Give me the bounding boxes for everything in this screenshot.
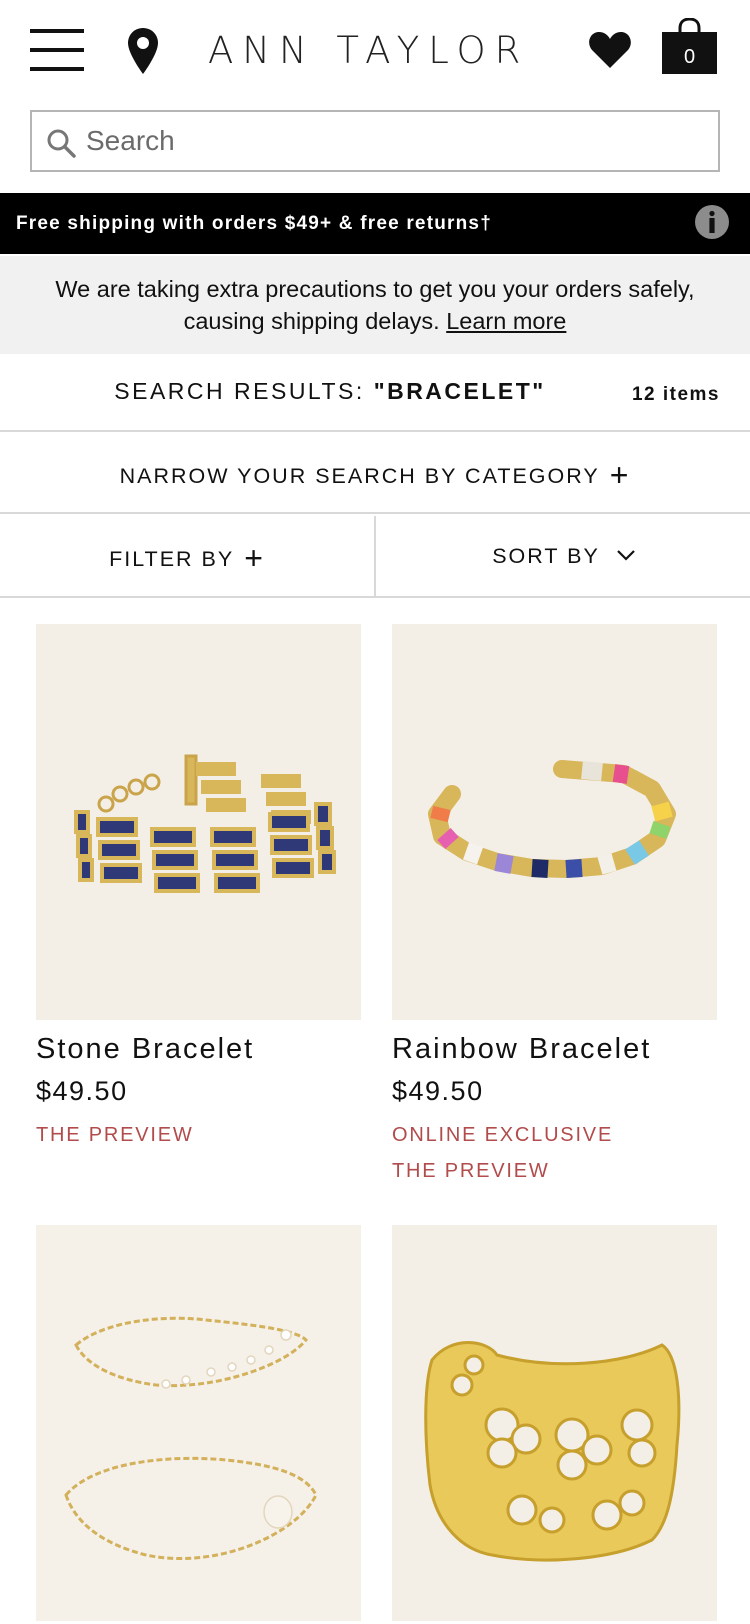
search-bar[interactable]: [30, 110, 720, 172]
chain-bracelet-image: [36, 1225, 361, 1621]
stone-bracelet-image: [36, 624, 361, 1020]
header: ANN TAYLOR 0: [0, 0, 750, 100]
search-query: "BRACELET": [373, 378, 546, 404]
notice-line-1: We are taking extra precautions to get y…: [55, 276, 695, 302]
shopping-bag-icon[interactable]: [661, 18, 718, 75]
narrow-by-category-label: NARROW YOUR SEARCH BY CATEGORY: [119, 464, 600, 488]
sort-by-button[interactable]: SORT BY: [378, 516, 750, 596]
brand-logo[interactable]: ANN TAYLOR: [208, 28, 548, 74]
narrow-by-category-button[interactable]: NARROW YOUR SEARCH BY CATEGORY +: [0, 434, 750, 514]
search-results-title: SEARCH RESULTS: "BRACELET": [0, 356, 660, 426]
plus-icon: +: [609, 457, 631, 493]
learn-more-link[interactable]: Learn more: [446, 308, 566, 334]
promo-banner: Free shipping with orders $49+ & free re…: [0, 193, 750, 254]
plus-icon: +: [244, 540, 265, 576]
product-name[interactable]: Rainbow Bracelet: [392, 1033, 651, 1066]
search-icon: [47, 129, 76, 158]
product-card[interactable]: [392, 1225, 717, 1624]
search-results-header: SEARCH RESULTS: "BRACELET" 12 items: [0, 356, 750, 432]
info-icon[interactable]: [693, 203, 731, 241]
search-results-label: SEARCH RESULTS:: [114, 378, 365, 404]
product-name[interactable]: Stone Bracelet: [36, 1033, 254, 1066]
promo-text: Free shipping with orders $49+ & free re…: [16, 213, 492, 234]
product-image-gold-cuff[interactable]: [392, 1225, 717, 1621]
filter-by-label: FILTER BY: [109, 547, 235, 571]
hamburger-menu-icon[interactable]: [30, 29, 84, 71]
product-price: $49.50: [36, 1076, 128, 1106]
product-image-rainbow-bracelet[interactable]: [392, 624, 717, 1020]
results-count: 12 items: [631, 384, 720, 405]
shipping-delay-notice: We are taking extra precautions to get y…: [0, 256, 750, 354]
filter-sort-bar: FILTER BY + SORT BY: [0, 516, 750, 598]
chevron-down-icon: [617, 550, 635, 561]
product-card[interactable]: [36, 1225, 361, 1624]
rainbow-bracelet-image: [392, 624, 717, 1020]
store-locator-pin-icon[interactable]: [126, 26, 160, 76]
notice-line-2-text: causing shipping delays.: [183, 308, 440, 334]
product-tag: THE PREVIEW: [36, 1124, 194, 1146]
wishlist-heart-icon[interactable]: [588, 30, 632, 70]
product-image-chain-bracelet-set[interactable]: [36, 1225, 361, 1621]
search-input[interactable]: [86, 118, 706, 164]
product-card[interactable]: Stone Bracelet $49.50 THE PREVIEW: [36, 624, 361, 1184]
product-card[interactable]: Rainbow Bracelet $49.50 ONLINE EXCLUSIVE…: [392, 624, 717, 1184]
product-tag: THE PREVIEW: [392, 1160, 550, 1182]
gold-cuff-image: [392, 1225, 717, 1621]
product-price: $49.50: [392, 1076, 484, 1106]
product-tag: ONLINE EXCLUSIVE: [392, 1124, 614, 1146]
notice-line-2: causing shipping delays. Learn more: [0, 305, 750, 337]
sort-by-label: SORT BY: [492, 544, 600, 568]
filter-by-button[interactable]: FILTER BY +: [0, 516, 376, 596]
product-image-stone-bracelet[interactable]: [36, 624, 361, 1020]
